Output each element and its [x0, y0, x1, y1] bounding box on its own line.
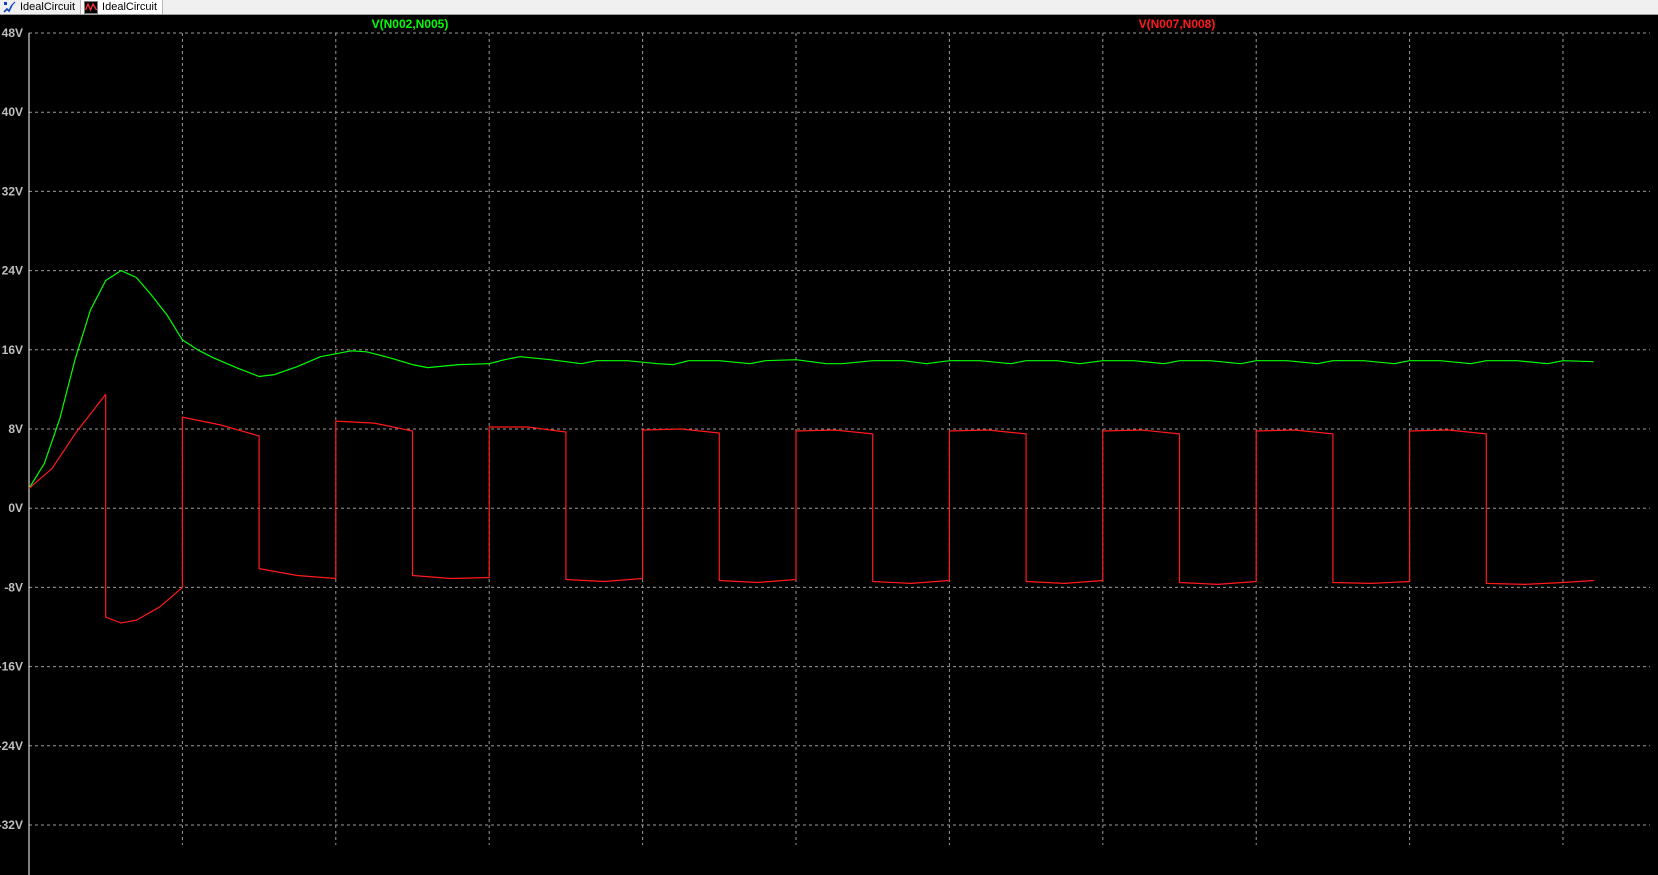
- trace-v-n002-n005[interactable]: [28, 270, 1594, 489]
- tab-waveform-label: IdealCircuit: [102, 1, 158, 13]
- document-tab-bar: IdealCircuit IdealCircuit: [0, 0, 1658, 15]
- grid: [28, 32, 1650, 875]
- traces: [28, 270, 1594, 624]
- tab-schematic-label: IdealCircuit: [20, 1, 76, 13]
- y-tick-label: 24V: [2, 264, 23, 278]
- trace-labels: V(N002,N005) V(N007,N008): [372, 17, 1216, 31]
- y-tick-labels: 48V 40V 32V 24V 16V 8V 0V -8V -16V -24V -32V: [0, 26, 23, 832]
- y-tick-label: 0V: [8, 501, 23, 515]
- tab-schematic[interactable]: IdealCircuit: [0, 0, 82, 14]
- y-tick-label: -32V: [0, 818, 23, 832]
- y-tick-label: -24V: [0, 739, 23, 753]
- schematic-icon: [3, 1, 16, 13]
- y-tick-label: -16V: [0, 660, 23, 674]
- y-tick-label: 40V: [2, 105, 23, 119]
- y-tick-label: 8V: [8, 422, 23, 436]
- trace-label[interactable]: V(N007,N008): [1139, 17, 1216, 31]
- y-tick-label: 16V: [2, 343, 23, 357]
- y-tick-label: -8V: [4, 580, 23, 594]
- y-tick-label: 32V: [2, 184, 23, 198]
- y-tick-label: 48V: [2, 26, 23, 40]
- waveform-plot[interactable]: 48V 40V 32V 24V 16V 8V 0V -8V -16V -24V -32V V(N00…: [0, 15, 1658, 875]
- waveform-icon: [84, 0, 99, 14]
- trace-label[interactable]: V(N002,N005): [372, 17, 449, 31]
- tab-waveform[interactable]: IdealCircuit: [81, 0, 164, 14]
